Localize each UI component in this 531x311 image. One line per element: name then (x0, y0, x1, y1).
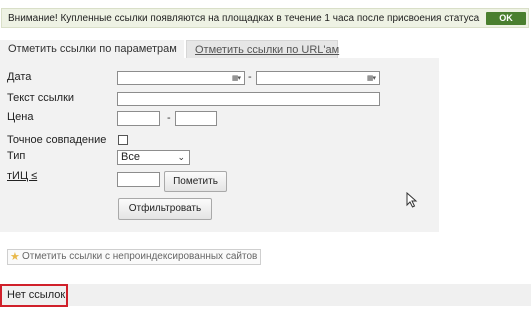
chevron-down-icon: ⌄ (177, 152, 185, 162)
mouse-cursor-icon (406, 192, 418, 208)
type-selected-value: Все (121, 151, 140, 163)
results-bar (0, 284, 531, 306)
price-separator: - (167, 112, 171, 124)
date-to-input[interactable]: ▦▾ (256, 71, 380, 85)
mark-button[interactable]: Пометить (164, 171, 227, 192)
exact-match-checkbox[interactable] (118, 135, 128, 145)
no-links-text: Нет ссылок (7, 289, 66, 301)
link-text-label: Текст ссылки (7, 92, 75, 104)
price-to-input[interactable] (175, 111, 217, 126)
date-from-input[interactable]: ▦▾ (117, 71, 245, 85)
type-select[interactable]: Все ⌄ (117, 150, 190, 165)
price-from-input[interactable] (117, 111, 160, 126)
status-notice: Внимание! Купленные ссылки появляются на… (1, 8, 529, 28)
tic-label[interactable]: тИЦ ≤ (7, 170, 37, 182)
mark-unindexed-button[interactable]: ★ Отметить ссылки с непроиндексированных… (7, 249, 261, 265)
star-icon: ★ (10, 251, 20, 263)
tab-by-parameters[interactable]: Отметить ссылки по параметрам (0, 40, 184, 58)
exact-match-label: Точное совпадение (7, 134, 107, 146)
tab-by-urls-label: Отметить ссылки по URL'ам (195, 44, 340, 56)
tic-input[interactable] (117, 172, 160, 187)
price-label: Цена (7, 111, 34, 123)
ok-button[interactable]: OK (486, 12, 526, 25)
calendar-icon[interactable]: ▦▾ (232, 74, 241, 82)
calendar-icon[interactable]: ▦▾ (367, 74, 376, 82)
date-separator: - (248, 71, 252, 83)
link-text-input[interactable] (117, 92, 380, 106)
tab-by-urls[interactable]: Отметить ссылки по URL'ам (186, 40, 340, 58)
mark-unindexed-label: Отметить ссылки с непроиндексированных с… (22, 251, 258, 262)
type-label: Тип (7, 150, 26, 162)
tab-by-parameters-label: Отметить ссылки по параметрам (8, 43, 177, 55)
notice-text: Внимание! Купленные ссылки появляются на… (8, 13, 480, 24)
date-label: Дата (7, 71, 32, 83)
filter-button[interactable]: Отфильтровать (118, 198, 212, 220)
